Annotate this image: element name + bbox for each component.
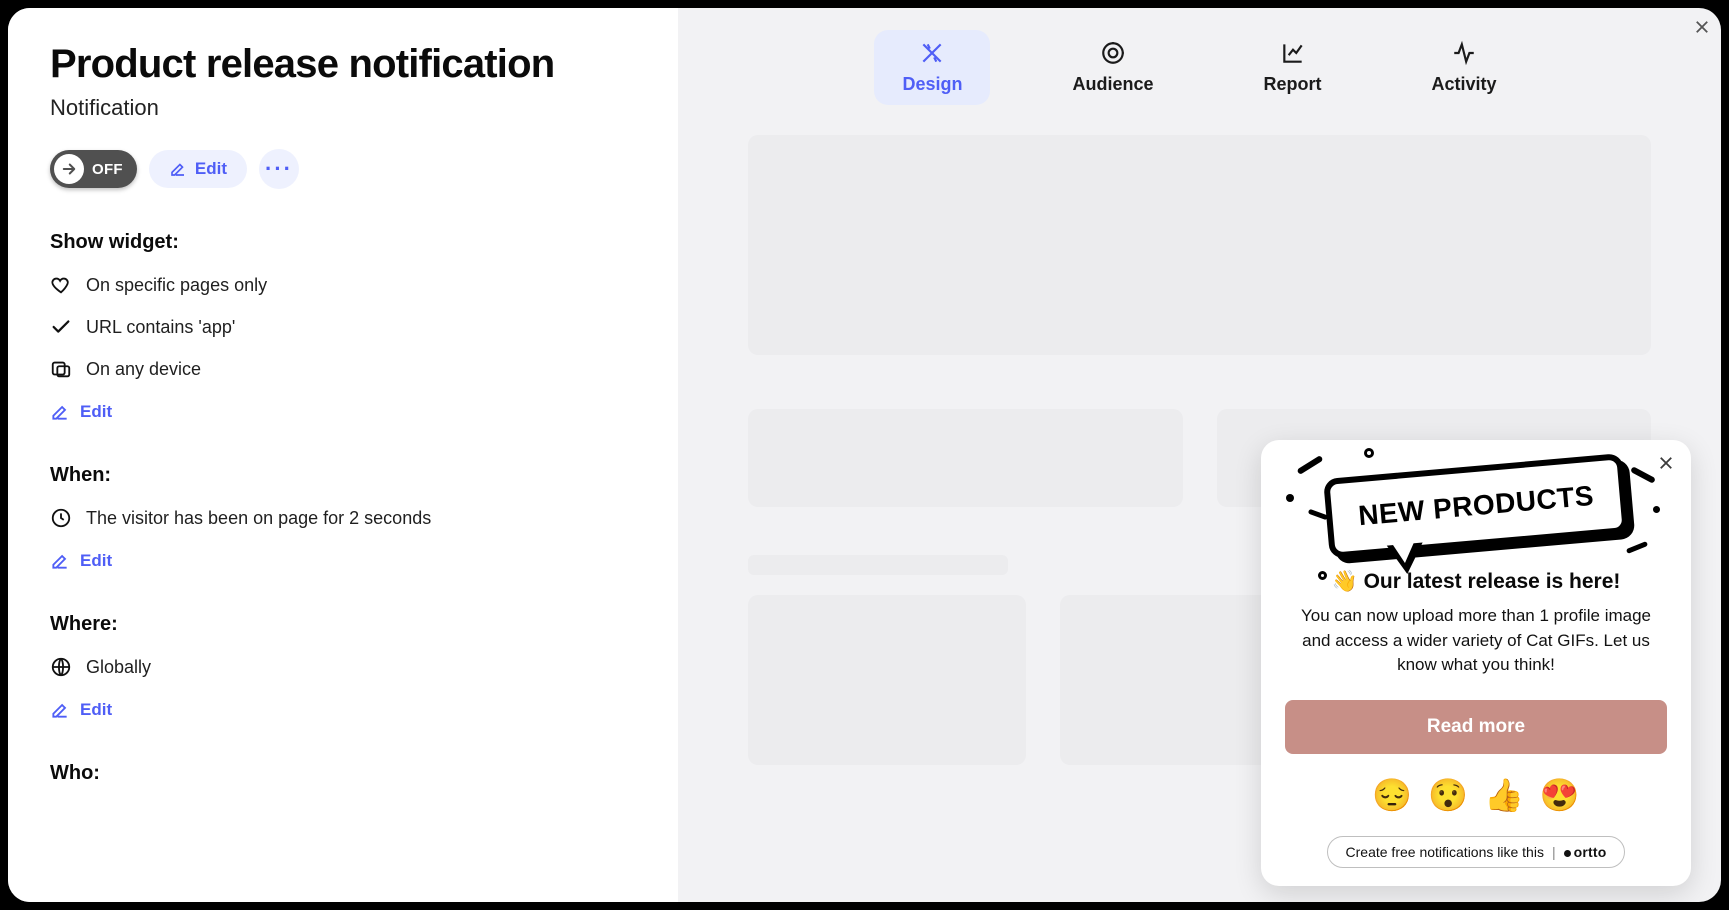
dots-icon: ···	[265, 156, 293, 182]
check-icon	[50, 316, 72, 338]
globe-icon	[50, 656, 72, 678]
tab-report[interactable]: Report	[1236, 30, 1350, 105]
tab-design[interactable]: Design	[874, 30, 990, 105]
tabs: Design Audience Report Activity	[678, 8, 1721, 125]
tab-audience[interactable]: Audience	[1044, 30, 1181, 105]
condition-row: Globally	[50, 656, 636, 678]
pencil-square-icon	[169, 160, 187, 178]
section-heading: Show widget:	[50, 231, 636, 254]
edit-show-widget-link[interactable]: Edit	[50, 402, 636, 422]
reaction-hushed[interactable]: 😯	[1428, 776, 1468, 814]
condition-row: On specific pages only	[50, 274, 636, 296]
device-icon	[50, 358, 72, 380]
section-when: When: The visitor has been on page for 2…	[50, 464, 636, 571]
arrow-right-icon	[54, 154, 84, 184]
placeholder-block	[748, 409, 1183, 507]
main-panel: Design Audience Report Activity	[678, 8, 1721, 902]
condition-row: URL contains 'app'	[50, 316, 636, 338]
toggle-label: OFF	[92, 161, 123, 178]
placeholder-block	[748, 555, 1008, 575]
pencil-square-icon	[50, 551, 70, 571]
condition-row: The visitor has been on page for 2 secon…	[50, 507, 636, 529]
more-button[interactable]: ···	[259, 149, 299, 189]
branding-link[interactable]: Create free notifications like this | or…	[1327, 836, 1626, 868]
reaction-bar: 😔 😯 👍 😍	[1285, 776, 1667, 814]
hero-bubble-text: NEW PRODUCTS	[1323, 453, 1629, 559]
activity-icon	[1451, 40, 1477, 66]
clock-icon	[50, 507, 72, 529]
page-title: Product release notification	[50, 42, 636, 87]
heart-icon	[50, 274, 72, 296]
status-toggle[interactable]: OFF	[50, 150, 137, 188]
section-where: Where: Globally Edit	[50, 613, 636, 720]
condition-row: On any device	[50, 358, 636, 380]
edit-when-link[interactable]: Edit	[50, 551, 636, 571]
section-heading: Who:	[50, 762, 636, 785]
page-subtitle: Notification	[50, 95, 636, 121]
app-window: Product release notification Notificatio…	[8, 8, 1721, 902]
popup-cta-button[interactable]: Read more	[1285, 700, 1667, 754]
section-heading: When:	[50, 464, 636, 487]
section-show-widget: Show widget: On specific pages only URL …	[50, 231, 636, 422]
reaction-heart-eyes[interactable]: 😍	[1540, 776, 1580, 814]
chart-icon	[1280, 40, 1306, 66]
placeholder-block	[748, 595, 1026, 765]
pencil-square-icon	[50, 700, 70, 720]
popup-hero: NEW PRODUCTS	[1285, 466, 1667, 546]
pencil-square-icon	[50, 402, 70, 422]
edit-where-link[interactable]: Edit	[50, 700, 636, 720]
reaction-pensive[interactable]: 😔	[1372, 776, 1412, 814]
tab-activity[interactable]: Activity	[1404, 30, 1525, 105]
popup-close-button[interactable]	[1653, 450, 1679, 476]
reaction-thumbs-up[interactable]: 👍	[1484, 776, 1524, 814]
placeholder-block	[748, 135, 1651, 355]
section-who: Who:	[50, 762, 636, 785]
popup-body: You can now upload more than 1 profile i…	[1285, 604, 1667, 678]
section-heading: Where:	[50, 613, 636, 636]
notification-popup: NEW PRODUCTS 👋 Our latest release is her…	[1261, 440, 1691, 886]
design-icon	[919, 40, 945, 66]
target-icon	[1100, 40, 1126, 66]
popup-title: 👋 Our latest release is here!	[1285, 570, 1667, 594]
edit-button[interactable]: Edit	[149, 150, 247, 188]
sidebar: Product release notification Notificatio…	[8, 8, 678, 902]
